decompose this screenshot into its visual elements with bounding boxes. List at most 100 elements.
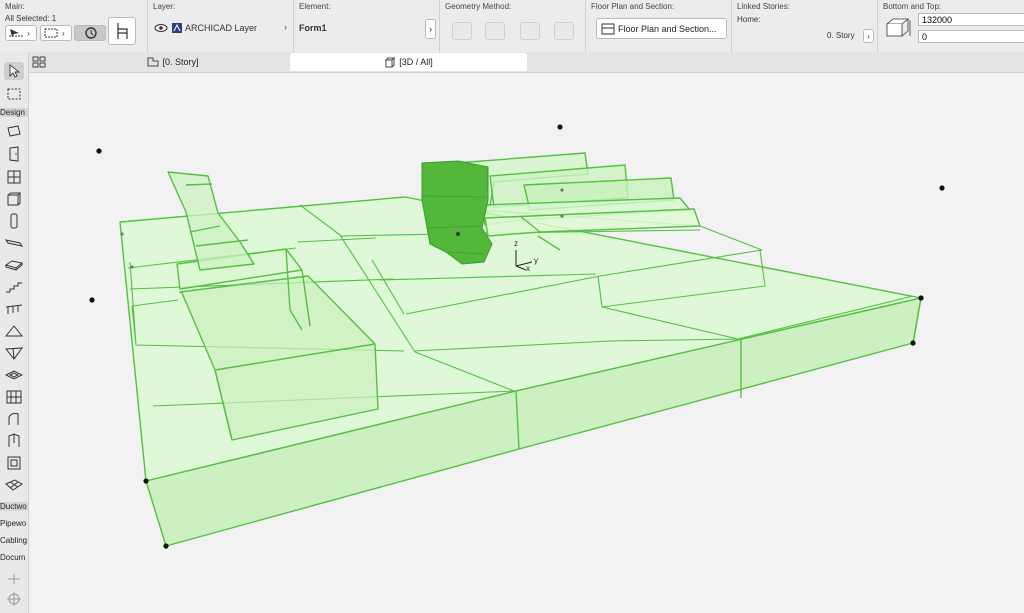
element-id[interactable]: Form1: [299, 23, 327, 33]
hotspot[interactable]: [910, 340, 916, 346]
curtain-wall-tool[interactable]: [4, 388, 24, 406]
toolbox-group-design[interactable]: Design: [0, 108, 28, 117]
floor-plan-section: Floor Plan and Section: Floor Plan and S…: [586, 0, 732, 52]
navigator-toggle-button[interactable]: [32, 55, 46, 68]
toolbox-group-pipework[interactable]: Pipewo: [0, 519, 28, 528]
morph-tool[interactable]: [4, 410, 24, 428]
roof-icon: [5, 325, 23, 337]
toolbox: Design Ductwo Pipewo Cabling Docum: [0, 52, 29, 613]
3d-viewport[interactable]: z y x: [29, 73, 1024, 613]
floor-plan-value: Floor Plan and Section...: [618, 23, 717, 34]
element-id-arrow-button[interactable]: ›: [425, 19, 436, 39]
curtain-wall-icon: [6, 390, 22, 404]
tab-floor-plan[interactable]: [0. Story]: [58, 53, 288, 71]
selection-filter-button[interactable]: ›: [5, 25, 37, 41]
marquee-tool[interactable]: [4, 85, 24, 103]
origin-tool[interactable]: [4, 590, 24, 608]
mesh-icon: [5, 479, 23, 491]
cube-icon: [385, 57, 396, 67]
skylight-icon: [5, 370, 23, 380]
home-label: Home:: [737, 15, 761, 24]
top-elevation-input[interactable]: [918, 13, 1024, 26]
hotspot[interactable]: [560, 214, 564, 218]
shell-tool[interactable]: [4, 344, 24, 362]
shell-icon: [5, 347, 23, 360]
skylight-tool[interactable]: [4, 366, 24, 384]
axis-x-label: x: [526, 264, 530, 273]
main-title: Main:: [5, 2, 25, 11]
toolbox-group-documentation[interactable]: Docum: [0, 553, 28, 562]
toolbox-group-ductwork[interactable]: Ductwo: [0, 502, 28, 511]
object-settings-button[interactable]: [108, 17, 136, 45]
hotspot[interactable]: [163, 543, 169, 549]
geometry-method-free-icon[interactable]: [554, 22, 574, 40]
hotspot[interactable]: [120, 232, 124, 236]
axis-y-label: y: [534, 256, 538, 265]
rotate-button[interactable]: [74, 25, 106, 41]
zone-tool[interactable]: [4, 432, 24, 450]
floor-plan-section-button[interactable]: Floor Plan and Section...: [596, 18, 727, 39]
wall-tool[interactable]: [4, 122, 24, 140]
coordinate-tool[interactable]: [4, 570, 24, 588]
object-tool[interactable]: [4, 190, 24, 208]
hotspot[interactable]: [560, 188, 564, 192]
crosshair-icon: [7, 592, 21, 606]
layer-section: Layer: ARCHICAD Layer ›: [148, 0, 294, 52]
marquee-option-button[interactable]: ›: [40, 25, 72, 41]
tab-bar: [0. Story] [3D / All]: [28, 52, 1024, 73]
stair-tool[interactable]: [4, 278, 24, 296]
chevron-right-icon[interactable]: ›: [284, 22, 287, 32]
window-icon: [7, 170, 21, 184]
3d-model-canvas[interactable]: z y x: [29, 73, 1024, 613]
beam-tool[interactable]: [4, 234, 24, 252]
slab-icon: [5, 260, 23, 271]
geometry-method-box-icon[interactable]: [452, 22, 472, 40]
roof-tool[interactable]: [4, 322, 24, 340]
hotspot[interactable]: [96, 148, 102, 154]
geometry-method-prism-icon[interactable]: [520, 22, 540, 40]
slab-tool[interactable]: [4, 256, 24, 274]
linked-stories-section: Linked Stories: Home: 0. Story ›: [732, 0, 878, 52]
door-tool[interactable]: [4, 145, 24, 163]
home-story-arrow-button[interactable]: ›: [863, 29, 874, 43]
layer-value[interactable]: ARCHICAD Layer: [185, 23, 257, 33]
morph-element[interactable]: [119, 152, 922, 547]
window-tool[interactable]: [4, 168, 24, 186]
info-box: Main: All Selected: 1 › › Layer: ARCHICA…: [0, 0, 1024, 53]
tab-3d-view[interactable]: [3D / All]: [290, 53, 527, 71]
layer-icon: [172, 23, 182, 33]
toolbox-group-cabling[interactable]: Cabling: [0, 536, 28, 545]
selected-morph-center-hotspot[interactable]: [456, 232, 460, 236]
hotspot[interactable]: [130, 265, 134, 269]
chevron-right-icon: ›: [27, 28, 30, 38]
eye-icon[interactable]: [154, 23, 168, 33]
beam-icon: [5, 239, 23, 247]
bottom-top-section: Bottom and Top:: [878, 0, 1024, 52]
hotspot[interactable]: [918, 295, 924, 301]
column-icon: [10, 213, 18, 229]
tab-floor-plan-label: [0. Story]: [162, 57, 199, 67]
morph-icon: [8, 412, 19, 425]
arrow-icon: [9, 64, 20, 78]
hotspot[interactable]: [89, 297, 95, 303]
wall-icon: [7, 125, 21, 137]
hotspot[interactable]: [939, 185, 945, 191]
bottom-top-title: Bottom and Top:: [883, 2, 942, 11]
mesh-tool[interactable]: [4, 476, 24, 494]
selection-count: All Selected: 1: [5, 14, 57, 23]
bottom-elevation-input[interactable]: [918, 30, 1024, 43]
railing-tool[interactable]: [4, 300, 24, 318]
element-title: Element:: [299, 2, 331, 11]
geometry-section: Geometry Method:: [440, 0, 586, 52]
hotspot[interactable]: [143, 478, 149, 484]
axis-z-label: z: [514, 239, 518, 248]
geometry-method-rotated-icon[interactable]: [485, 22, 505, 40]
linked-stories-title: Linked Stories:: [737, 2, 790, 11]
railing-icon: [5, 304, 23, 314]
mep-tool[interactable]: [4, 454, 24, 472]
arrow-tool[interactable]: [4, 62, 24, 80]
hotspot[interactable]: [557, 124, 563, 130]
elevation-icon: [885, 18, 911, 37]
column-tool[interactable]: [4, 212, 24, 230]
main-section: Main: All Selected: 1 › ›: [0, 0, 148, 52]
